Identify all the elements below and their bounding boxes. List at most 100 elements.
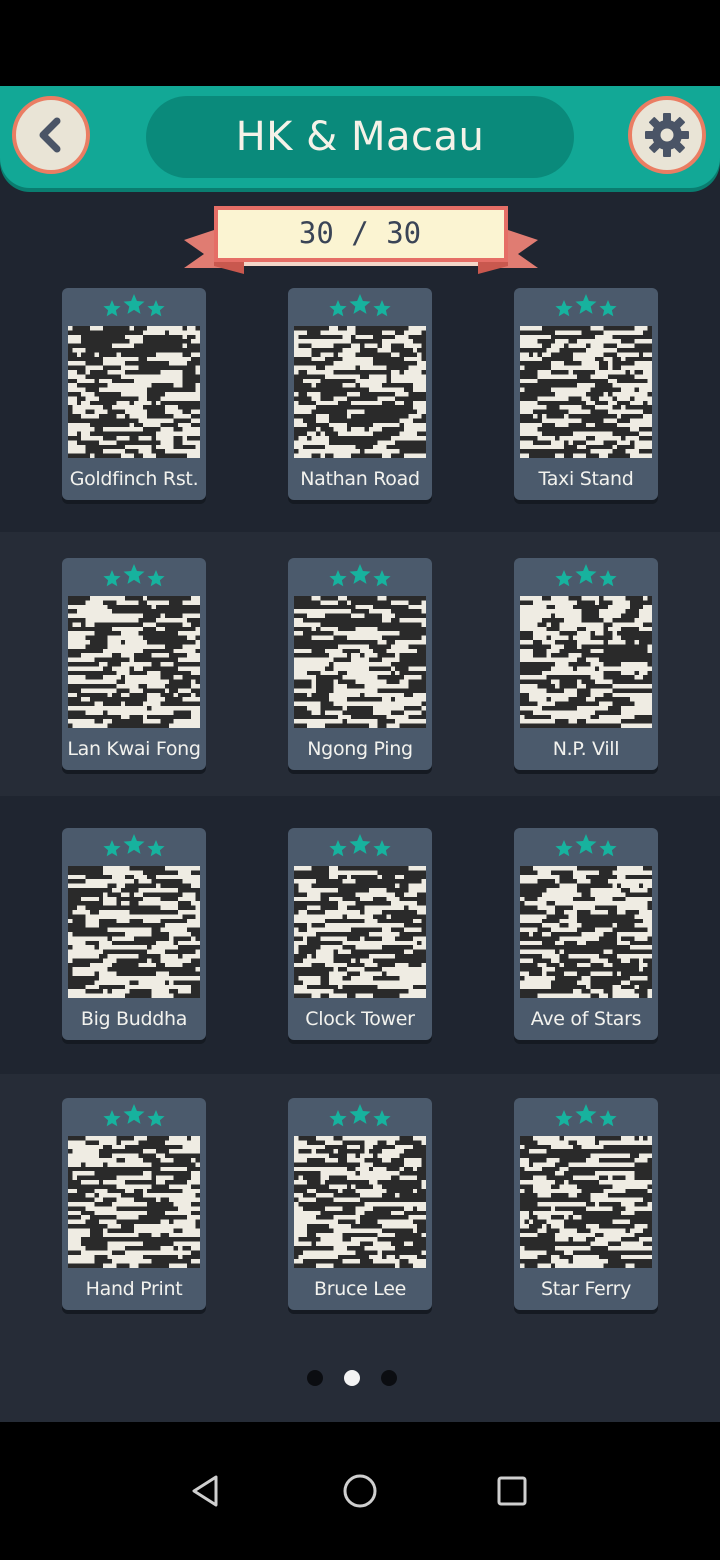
star-icon	[575, 294, 597, 314]
puzzle-thumbnail	[68, 1136, 200, 1268]
star-icon	[103, 570, 121, 587]
star-icon	[103, 1110, 121, 1127]
status-bar	[0, 0, 720, 86]
level-label: Taxi Stand	[538, 468, 634, 490]
star-icon	[575, 564, 597, 584]
settings-button[interactable]	[628, 96, 706, 174]
progress-label: 30 / 30	[298, 216, 422, 250]
star-icon	[575, 1104, 597, 1124]
level-card[interactable]: Bruce Lee	[288, 1098, 432, 1310]
level-card[interactable]: Goldfinch Rst.	[62, 288, 206, 500]
star-icon	[123, 834, 145, 854]
level-label: Lan Kwai Fong	[67, 738, 201, 760]
puzzle-thumbnail	[68, 866, 200, 998]
level-label: Goldfinch Rst.	[69, 468, 199, 490]
star-rating	[103, 564, 165, 587]
level-label: Ave of Stars	[530, 1008, 642, 1030]
puzzle-thumbnail	[294, 596, 426, 728]
puzzle-thumbnail	[294, 326, 426, 458]
star-icon	[373, 840, 391, 857]
star-rating	[555, 834, 617, 857]
star-icon	[329, 300, 347, 317]
star-rating	[555, 294, 617, 317]
level-card[interactable]: Star Ferry	[514, 1098, 658, 1310]
star-rating	[329, 564, 391, 587]
level-label: Ngong Ping	[307, 738, 413, 760]
square-recents-icon	[497, 1476, 527, 1506]
nav-back-button[interactable]	[166, 1422, 246, 1560]
level-card[interactable]: Nathan Road	[288, 288, 432, 500]
star-icon	[349, 834, 371, 854]
puzzle-thumbnail	[520, 326, 652, 458]
puzzle-thumbnail	[294, 1136, 426, 1268]
star-rating	[103, 1104, 165, 1127]
puzzle-thumbnail	[520, 866, 652, 998]
page-indicator	[300, 1370, 410, 1388]
star-rating	[103, 294, 165, 317]
puzzle-thumbnail	[68, 596, 200, 728]
level-label: Clock Tower	[305, 1008, 415, 1030]
system-nav-bar	[0, 1422, 720, 1560]
level-card[interactable]: Big Buddha	[62, 828, 206, 1040]
star-icon	[373, 1110, 391, 1127]
star-rating	[555, 564, 617, 587]
level-card[interactable]: Lan Kwai Fong	[62, 558, 206, 770]
nav-home-button[interactable]	[320, 1422, 400, 1560]
level-card[interactable]: Clock Tower	[288, 828, 432, 1040]
star-icon	[555, 1110, 573, 1127]
puzzle-thumbnail	[68, 326, 200, 458]
star-icon	[349, 1104, 371, 1124]
star-icon	[599, 300, 617, 317]
star-icon	[123, 564, 145, 584]
page-dot-1[interactable]	[307, 1370, 323, 1386]
star-icon	[329, 570, 347, 587]
puzzle-thumbnail	[294, 866, 426, 998]
level-card[interactable]: Taxi Stand	[514, 288, 658, 500]
circle-home-icon	[343, 1474, 377, 1508]
page-dot-3[interactable]	[381, 1370, 397, 1386]
star-icon	[103, 300, 121, 317]
star-icon	[123, 1104, 145, 1124]
star-icon	[599, 840, 617, 857]
star-icon	[147, 570, 165, 587]
star-rating	[329, 294, 391, 317]
level-card[interactable]: Ave of Stars	[514, 828, 658, 1040]
star-rating	[329, 834, 391, 857]
level-label: Nathan Road	[300, 468, 420, 490]
level-card[interactable]: Hand Print	[62, 1098, 206, 1310]
nav-recents-button[interactable]	[472, 1422, 552, 1560]
level-label: Hand Print	[85, 1278, 183, 1300]
puzzle-thumbnail	[520, 596, 652, 728]
page-title: HK & Macau	[146, 96, 574, 178]
star-icon	[147, 1110, 165, 1127]
star-icon	[555, 840, 573, 857]
star-icon	[123, 294, 145, 314]
star-icon	[103, 840, 121, 857]
star-icon	[349, 564, 371, 584]
star-icon	[147, 300, 165, 317]
star-icon	[575, 834, 597, 854]
chevron-left-icon	[39, 117, 61, 153]
level-label: Big Buddha	[80, 1008, 188, 1030]
page-dot-2[interactable]	[344, 1370, 360, 1386]
triangle-back-icon	[192, 1475, 218, 1507]
star-icon	[555, 570, 573, 587]
star-rating	[555, 1104, 617, 1127]
level-select-screen: HK & Macau 30 / 30 Goldfinch Rst. Nathan…	[0, 86, 720, 1422]
star-icon	[599, 570, 617, 587]
level-card[interactable]: N.P. Vill	[514, 558, 658, 770]
puzzle-thumbnail	[520, 1136, 652, 1268]
level-label: Star Ferry	[540, 1278, 632, 1300]
star-icon	[329, 840, 347, 857]
level-label: Bruce Lee	[314, 1278, 406, 1300]
back-button[interactable]	[12, 96, 90, 174]
level-card[interactable]: Ngong Ping	[288, 558, 432, 770]
star-icon	[373, 300, 391, 317]
gear-icon	[645, 113, 689, 157]
star-icon	[599, 1110, 617, 1127]
star-icon	[373, 570, 391, 587]
star-rating	[329, 1104, 391, 1127]
level-label: N.P. Vill	[552, 738, 620, 760]
star-icon	[349, 294, 371, 314]
star-icon	[329, 1110, 347, 1127]
